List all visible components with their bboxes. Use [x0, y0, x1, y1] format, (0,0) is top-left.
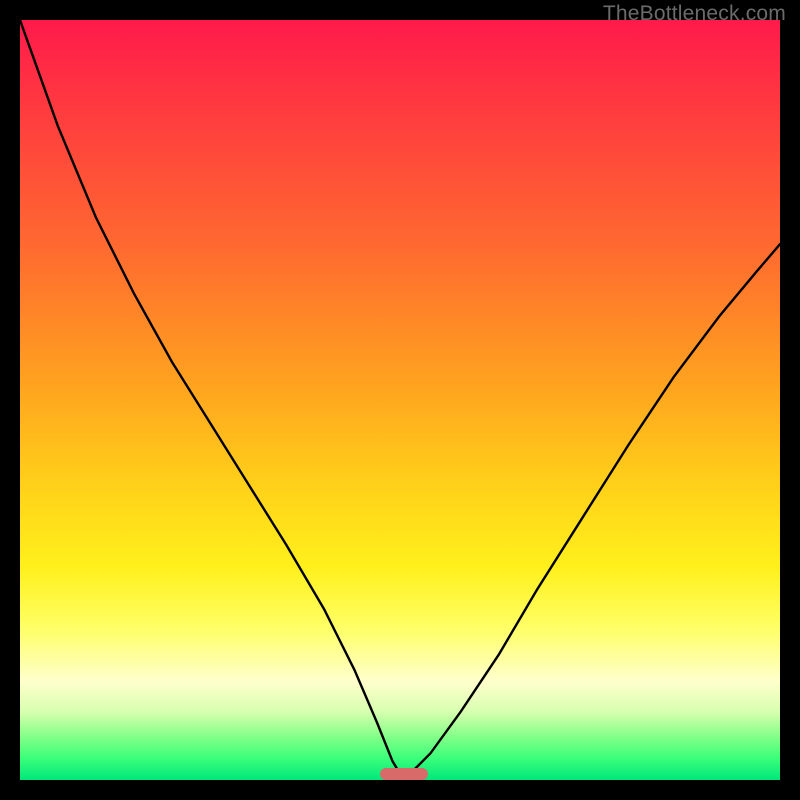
min-marker: [380, 768, 428, 780]
plot-area: [20, 20, 780, 780]
chart-frame: TheBottleneck.com: [0, 0, 800, 800]
bottleneck-curve: [20, 20, 780, 780]
watermark-text: TheBottleneck.com: [603, 2, 786, 26]
